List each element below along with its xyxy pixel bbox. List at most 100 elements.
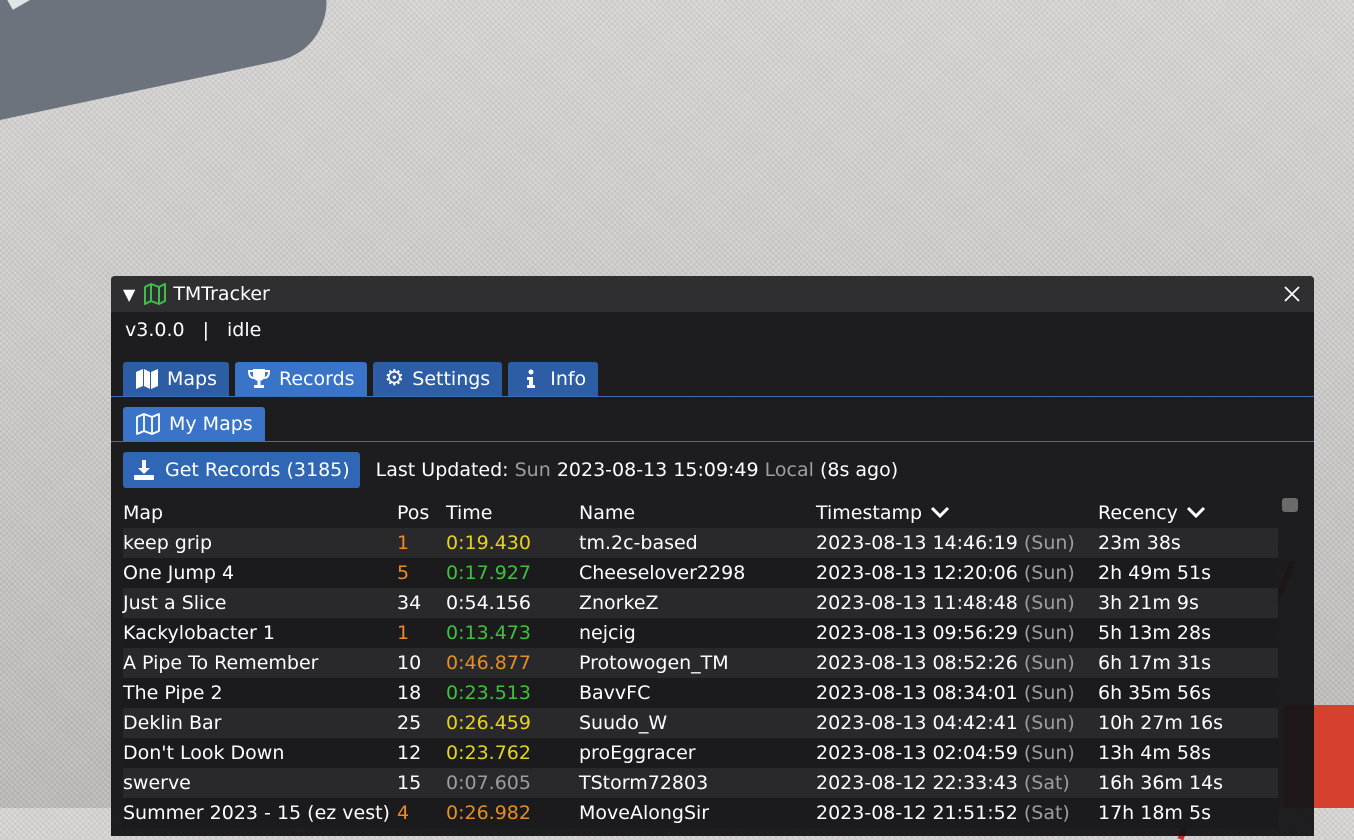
table-row[interactable]: One Jump 4 5 0:17.927 Cheeselover2298 20… bbox=[123, 558, 1278, 588]
cell-pos: 1 bbox=[397, 622, 410, 644]
cell-name: Suudo_W bbox=[579, 712, 668, 734]
header-timestamp-label: Timestamp bbox=[816, 502, 923, 524]
cell-timestamp: 2023-08-13 08:34:01 (Sun) bbox=[816, 682, 1098, 704]
header-pos[interactable]: Pos bbox=[397, 502, 446, 524]
timestamp-text: 2023-08-13 14:46:19 bbox=[816, 532, 1018, 554]
cell-name: MoveAlongSir bbox=[579, 802, 710, 824]
header-time-label: Time bbox=[446, 502, 493, 524]
get-records-label: Get Records (3185) bbox=[165, 459, 350, 481]
background-road-marking bbox=[0, 0, 178, 40]
close-button[interactable] bbox=[1282, 284, 1302, 304]
table-row[interactable]: The Pipe 2 18 0:23.513 BavvFC 2023-08-13… bbox=[123, 678, 1278, 708]
table-row[interactable]: A Pipe To Remember 10 0:46.877 Protowoge… bbox=[123, 648, 1278, 678]
table-row[interactable]: Don't Look Down 12 0:23.762 proEggracer … bbox=[123, 738, 1278, 768]
cell-recency: 6h 35m 56s bbox=[1098, 682, 1211, 704]
table-row[interactable]: swerve 15 0:07.605 TStorm72803 2023-08-1… bbox=[123, 768, 1278, 798]
timestamp-day: (Sun) bbox=[1023, 712, 1075, 734]
cell-name: BavvFC bbox=[579, 682, 651, 704]
tab-label: Settings bbox=[412, 368, 491, 390]
cell-recency: 16h 36m 14s bbox=[1098, 772, 1224, 794]
cell-pos: 25 bbox=[397, 712, 422, 734]
timestamp-text: 2023-08-13 12:20:06 bbox=[816, 562, 1018, 584]
chevron-down-icon bbox=[931, 506, 950, 519]
cell-recency: 10h 27m 16s bbox=[1098, 712, 1224, 734]
header-recency-label: Recency bbox=[1098, 502, 1178, 524]
cell-time: 0:07.605 bbox=[446, 772, 531, 794]
scrollbar-thumb[interactable] bbox=[1282, 498, 1298, 512]
table-row[interactable]: Kackylobacter 1 1 0:13.473 nejcig 2023-0… bbox=[123, 618, 1278, 648]
last-updated-label: Last Updated: bbox=[375, 459, 509, 481]
header-timestamp[interactable]: Timestamp bbox=[816, 502, 1098, 524]
tab-label: My Maps bbox=[169, 413, 253, 435]
records-toolbar: Get Records (3185) Last Updated: Sun 202… bbox=[111, 442, 1314, 498]
tab-label: Records bbox=[279, 368, 355, 390]
cell-recency: 23m 38s bbox=[1098, 532, 1181, 554]
tab-my-maps[interactable]: My Maps bbox=[123, 407, 265, 441]
records-table: Map Pos Time Name Timestamp Recency keep… bbox=[123, 498, 1278, 828]
cell-name: tm.2c-based bbox=[579, 532, 698, 554]
timestamp-day: (Sun) bbox=[1023, 562, 1075, 584]
timestamp-day: (Sat) bbox=[1023, 772, 1070, 794]
table-row[interactable]: Deklin Bar 25 0:26.459 Suudo_W 2023-08-1… bbox=[123, 708, 1278, 738]
timestamp-day: (Sun) bbox=[1023, 682, 1075, 704]
cell-pos: 12 bbox=[397, 742, 422, 764]
cell-pos: 18 bbox=[397, 682, 422, 704]
gear-icon: ⚙ bbox=[384, 366, 405, 391]
cell-timestamp: 2023-08-13 12:20:06 (Sun) bbox=[816, 562, 1098, 584]
close-icon bbox=[1284, 286, 1300, 302]
cell-timestamp: 2023-08-12 22:33:43 (Sat) bbox=[816, 772, 1098, 794]
tab-records[interactable]: Records bbox=[235, 362, 367, 396]
table-row[interactable]: Just a Slice 34 0:54.156 ZnorkeZ 2023-08… bbox=[123, 588, 1278, 618]
status-text: idle bbox=[227, 319, 262, 341]
cell-recency: 17h 18m 5s bbox=[1098, 802, 1211, 824]
map-icon bbox=[136, 369, 158, 389]
header-name[interactable]: Name bbox=[579, 502, 816, 524]
get-records-button[interactable]: Get Records (3185) bbox=[123, 452, 360, 488]
tmtracker-window: ▼ TMTracker v3.0.0 | idle Maps Records ⚙… bbox=[111, 276, 1314, 836]
cell-pos: 4 bbox=[397, 802, 410, 824]
main-tabbar: Maps Records ⚙ Settings Info bbox=[111, 348, 1314, 397]
header-map[interactable]: Map bbox=[123, 502, 397, 524]
timestamp-day: (Sun) bbox=[1023, 622, 1075, 644]
cell-recency: 13h 4m 58s bbox=[1098, 742, 1211, 764]
tab-label: Maps bbox=[167, 368, 217, 390]
info-icon bbox=[527, 369, 536, 388]
cell-map: Just a Slice bbox=[123, 592, 227, 614]
status-separator: | bbox=[202, 319, 209, 341]
download-icon bbox=[134, 460, 154, 480]
cell-name: TStorm72803 bbox=[579, 772, 709, 794]
cell-time: 0:17.927 bbox=[446, 562, 531, 584]
cell-pos: 15 bbox=[397, 772, 422, 794]
cell-time: 0:26.459 bbox=[446, 712, 531, 734]
window-titlebar[interactable]: ▼ TMTracker bbox=[111, 276, 1314, 312]
cell-recency: 3h 21m 9s bbox=[1098, 592, 1199, 614]
cell-map: One Jump 4 bbox=[123, 562, 235, 584]
table-row[interactable]: Summer 2023 - 15 (ez vest) 4 0:26.982 Mo… bbox=[123, 798, 1278, 828]
last-updated-ago: (8s ago) bbox=[819, 459, 899, 481]
timestamp-text: 2023-08-13 11:48:48 bbox=[816, 592, 1018, 614]
version-text: v3.0.0 bbox=[125, 319, 185, 341]
cell-timestamp: 2023-08-13 09:56:29 (Sun) bbox=[816, 622, 1098, 644]
chevron-down-icon bbox=[1186, 506, 1205, 519]
tab-settings[interactable]: ⚙ Settings bbox=[372, 362, 503, 396]
header-recency[interactable]: Recency bbox=[1098, 502, 1278, 524]
cell-time: 0:54.156 bbox=[446, 592, 531, 614]
tab-label: Info bbox=[550, 368, 587, 390]
header-time[interactable]: Time bbox=[446, 502, 579, 524]
table-scrollbar[interactable] bbox=[1279, 498, 1301, 836]
timestamp-day: (Sun) bbox=[1023, 742, 1075, 764]
timestamp-day: (Sun) bbox=[1023, 532, 1075, 554]
tab-maps[interactable]: Maps bbox=[123, 362, 229, 396]
cell-recency: 6h 17m 31s bbox=[1098, 652, 1211, 674]
timestamp-text: 2023-08-12 21:51:52 bbox=[816, 802, 1018, 824]
tab-info[interactable]: Info bbox=[508, 362, 599, 396]
last-updated: Last Updated: Sun 2023-08-13 15:09:49 Lo… bbox=[376, 459, 898, 481]
timestamp-text: 2023-08-13 08:34:01 bbox=[816, 682, 1018, 704]
table-row[interactable]: keep grip 1 0:19.430 tm.2c-based 2023-08… bbox=[123, 528, 1278, 558]
collapse-arrow-icon[interactable]: ▼ bbox=[123, 285, 135, 304]
timestamp-text: 2023-08-13 04:42:41 bbox=[816, 712, 1018, 734]
map-outline-icon bbox=[136, 413, 160, 435]
cell-timestamp: 2023-08-13 11:48:48 (Sun) bbox=[816, 592, 1098, 614]
cell-name: proEggracer bbox=[579, 742, 696, 764]
cell-timestamp: 2023-08-12 21:51:52 (Sat) bbox=[816, 802, 1098, 824]
